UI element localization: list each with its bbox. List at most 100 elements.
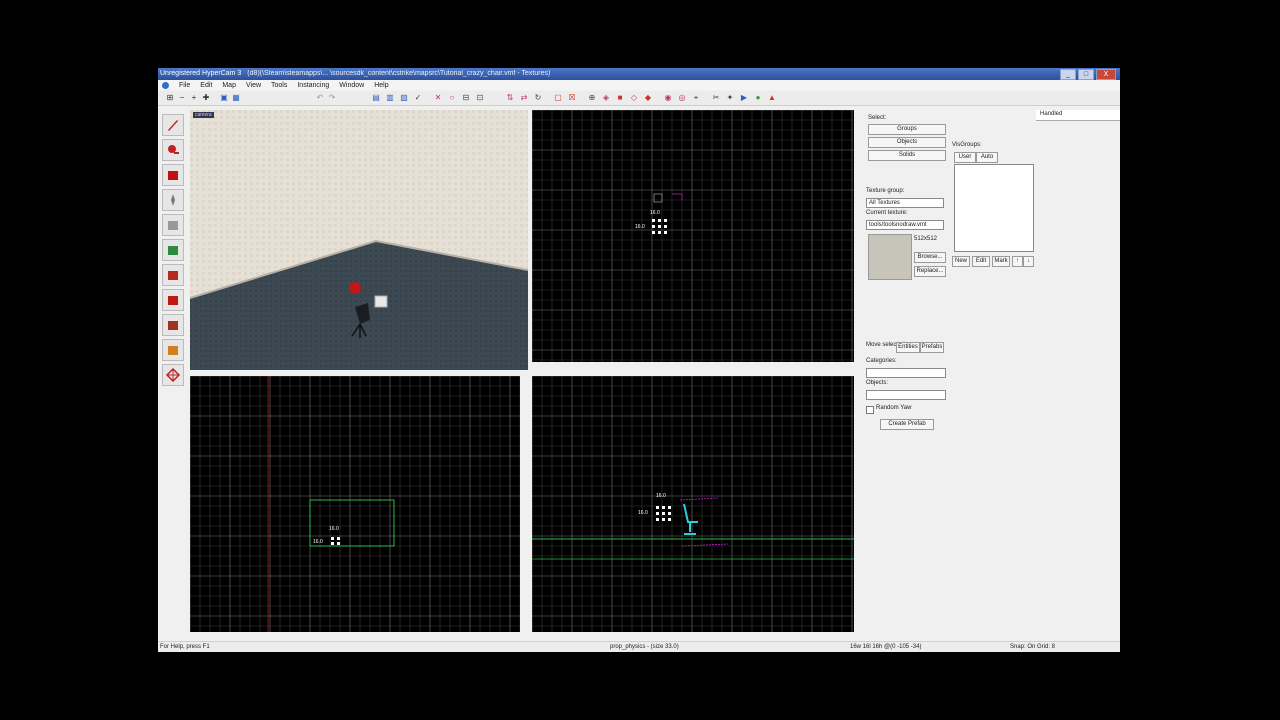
viewport-label: camera (193, 112, 214, 118)
visgroups-edit-button[interactable]: Edit (972, 256, 990, 267)
apply-texture-tool[interactable] (162, 264, 184, 286)
status-snap: Snap: On Grid: 8 (1010, 644, 1056, 650)
texture-application-tool[interactable] (162, 239, 184, 261)
cube-icon[interactable]: ■ (616, 94, 624, 102)
current-texture-label: Current texture: (866, 210, 908, 216)
decal-tool[interactable] (162, 289, 184, 311)
menu-map[interactable]: Map (222, 82, 236, 89)
texture-group-select[interactable]: All Textures (866, 198, 944, 208)
flip-icon[interactable]: ⇄ (520, 94, 528, 102)
selection-tool[interactable] (162, 114, 184, 136)
clip-icon[interactable]: ✂ (712, 94, 720, 102)
camera-viewport[interactable]: camera (190, 110, 528, 370)
entity-report-icon[interactable]: ▧ (400, 94, 408, 102)
select-objects-button[interactable]: Objects (868, 137, 946, 148)
overlay-tool[interactable] (162, 314, 184, 336)
entity-icon (171, 194, 175, 206)
side-entity-marker (656, 506, 671, 521)
visgroups-tab-auto[interactable]: Auto (976, 152, 998, 163)
menu-bar: File Edit Map View Tools Instancing Wind… (158, 80, 1120, 90)
cordon-icon[interactable]: ⊟ (462, 94, 470, 102)
menu-window[interactable]: Window (339, 82, 364, 89)
check-problems-icon[interactable]: ✓ (414, 94, 422, 102)
clipping-tool[interactable] (162, 339, 184, 361)
undo-icon[interactable]: ↶ (316, 94, 324, 102)
grid-toggle-icon[interactable]: ⊞ (166, 94, 174, 102)
categories-select[interactable] (866, 368, 946, 378)
select-solids-button[interactable]: Solids (868, 150, 946, 161)
handled-tab[interactable]: Handled (1040, 111, 1062, 117)
top-objects (652, 193, 683, 234)
visgroups-new-button[interactable]: New (952, 256, 970, 267)
measure-icon[interactable]: ⌖ (692, 94, 700, 102)
front-size-label: 16.0 (329, 526, 339, 532)
hammer-window: Unregistered HyperCam 3 (d8)(\Steam\stea… (158, 68, 1120, 652)
vertex-tool[interactable] (162, 364, 184, 386)
pointer-icon (168, 120, 178, 131)
side-viewport[interactable]: 16.0 16.0 (532, 376, 854, 632)
visgroups-list[interactable] (954, 164, 1034, 252)
grid-smaller-icon[interactable]: − (178, 94, 186, 102)
side-chair-outline (683, 503, 698, 535)
camera-tool[interactable] (162, 164, 184, 186)
vertex-icon[interactable]: ✦ (726, 94, 734, 102)
entities-tab[interactable]: Entities (896, 342, 920, 353)
show-icon[interactable]: ○ (448, 94, 456, 102)
arrange-icon[interactable]: ⊡ (476, 94, 484, 102)
objects-select[interactable] (866, 390, 946, 400)
random-yaw-checkbox[interactable] (866, 406, 874, 414)
zoom-icon[interactable]: ⊕ (588, 94, 596, 102)
menu-file[interactable]: File (179, 82, 190, 89)
redo-icon[interactable]: ↷ (328, 94, 336, 102)
menu-tools[interactable]: Tools (271, 82, 287, 89)
hide-icon[interactable]: ✕ (434, 94, 442, 102)
menu-instancing[interactable]: Instancing (297, 82, 329, 89)
visgroups-tab-user[interactable]: User (954, 152, 976, 163)
visgroups-up-icon[interactable]: ↑ (1012, 256, 1023, 267)
apply-texture-icon (168, 271, 178, 280)
close-button[interactable]: X (1096, 69, 1116, 80)
replace-button[interactable]: Replace... (914, 266, 946, 277)
texture-panel: Texture group: All Textures Current text… (864, 184, 948, 284)
align-icon[interactable]: ⇅ (506, 94, 514, 102)
texture-preview[interactable] (868, 234, 912, 280)
title-bar: Unregistered HyperCam 3 (d8)(\Steam\stea… (158, 68, 1120, 80)
carve-icon[interactable]: ▣ (220, 94, 228, 102)
create-prefab-button[interactable]: Create Prefab (880, 419, 934, 430)
grid-larger-icon[interactable]: + (190, 94, 198, 102)
camera-icon[interactable]: ◉ (664, 94, 672, 102)
menu-view[interactable]: View (246, 82, 261, 89)
prefabs-tab[interactable]: Prefabs (920, 342, 944, 353)
tool-palette (162, 114, 186, 389)
browse-button[interactable]: Browse... (914, 252, 946, 263)
visgroups-mark-button[interactable]: Mark (992, 256, 1010, 267)
top-viewport[interactable]: 16.0 16.0 (532, 110, 854, 362)
lightmap-icon[interactable]: ◆ (644, 94, 652, 102)
run-map-icon[interactable]: ▶ (740, 94, 748, 102)
minimize-button[interactable]: _ (1060, 69, 1076, 80)
magnify-tool[interactable] (162, 139, 184, 161)
random-yaw-label: Random Yaw (876, 405, 912, 411)
delete-icon[interactable]: ▲ (768, 94, 776, 102)
compile-icon[interactable]: ☒ (568, 94, 576, 102)
view-icon[interactable]: ◈ (602, 94, 610, 102)
entity-icon[interactable]: ◎ (678, 94, 686, 102)
texture-lock-icon[interactable]: ▤ (372, 94, 380, 102)
maximize-button[interactable]: □ (1078, 69, 1094, 80)
visgroups-down-icon[interactable]: ↓ (1023, 256, 1034, 267)
group-icon[interactable]: ▦ (232, 94, 240, 102)
select-icon[interactable]: ▢ (554, 94, 562, 102)
current-texture-select[interactable]: tools/toolsnodraw.vmt (866, 220, 944, 230)
app-icon[interactable] (162, 81, 169, 89)
front-viewport[interactable]: 16.0 16.0 (190, 376, 520, 632)
block-tool[interactable] (162, 214, 184, 236)
rotate-icon[interactable]: ↻ (534, 94, 542, 102)
wireframe-icon[interactable]: ◇ (630, 94, 638, 102)
menu-edit[interactable]: Edit (200, 82, 212, 89)
go-icon[interactable]: ● (754, 94, 762, 102)
snap-icon[interactable]: ✚ (202, 94, 210, 102)
select-groups-button[interactable]: Groups (868, 124, 946, 135)
texture-app-icon[interactable]: ▥ (386, 94, 394, 102)
entity-tool[interactable] (162, 189, 184, 211)
menu-help[interactable]: Help (374, 82, 388, 89)
